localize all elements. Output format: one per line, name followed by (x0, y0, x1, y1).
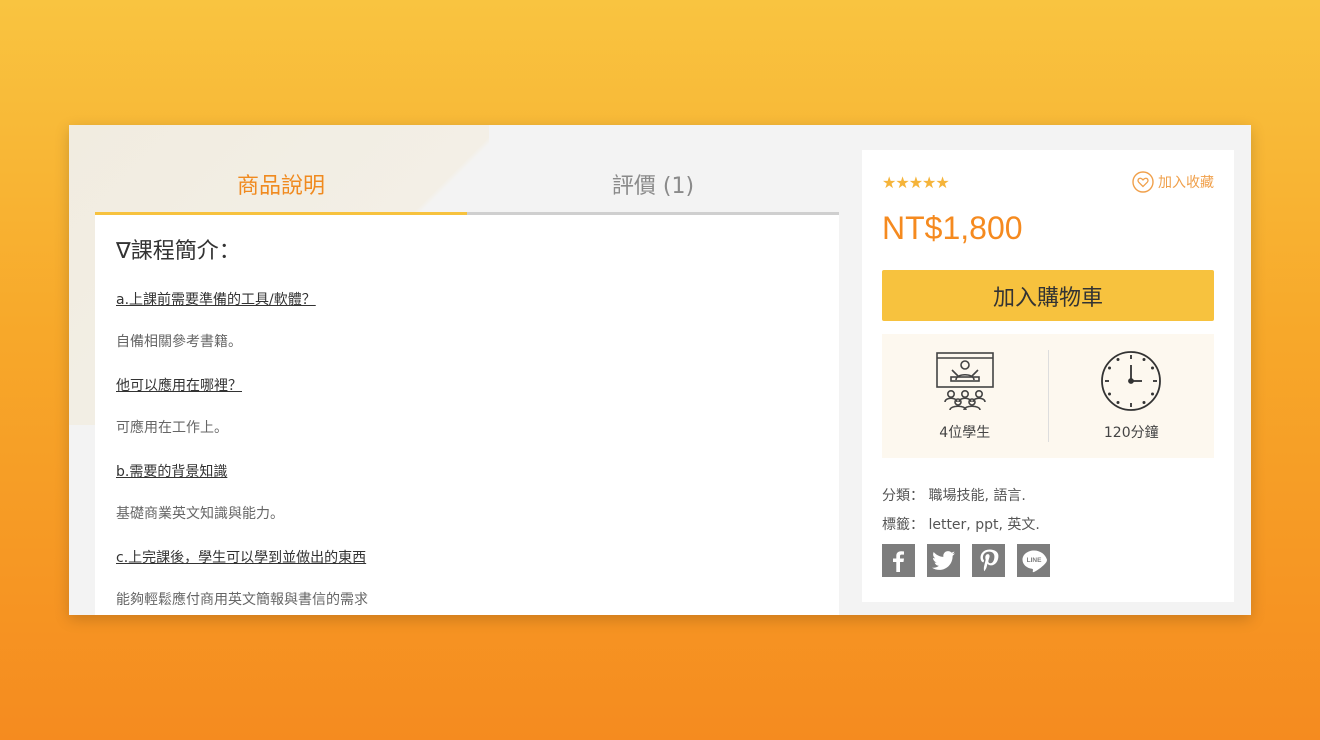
pinterest-share-button[interactable] (972, 544, 1005, 577)
add-to-cart-button[interactable]: 加入購物車 (882, 270, 1214, 321)
answer: 能夠輕鬆應付商用英文簡報與書信的需求 (116, 592, 368, 608)
line-icon: LINE (1022, 550, 1047, 572)
clock-icon (1101, 351, 1162, 411)
facebook-share-button[interactable] (882, 544, 915, 577)
tags-row: 標籤： letter, ppt, 英文. (882, 511, 1040, 540)
add-to-favorites-button[interactable]: 加入收藏 (1132, 171, 1214, 193)
answer: 可應用在工作上。 (116, 420, 228, 436)
product-card: 商品說明 評價 (1) ∇課程簡介： a.上課前需要準備的工具/軟體？ 自備相關… (69, 125, 1251, 615)
pinterest-icon (980, 549, 998, 571)
question: b.需要的背景知識 (116, 464, 228, 480)
twitter-share-button[interactable] (927, 544, 960, 577)
qa-item: 他可以應用在哪裡？ 可應用在工作上。 (116, 375, 818, 437)
price: NT$1,800 (882, 210, 1023, 246)
answer: 基礎商業英文知識與能力。 (116, 506, 284, 522)
line-share-button[interactable]: LINE (1017, 544, 1050, 577)
purchase-panel: ★★★★★ 加入收藏 NT$1,800 加入購物車 4位學生 120分鐘 分類：… (862, 150, 1234, 602)
qa-item: a.上課前需要準備的工具/軟體？ 自備相關參考書籍。 (116, 289, 818, 351)
course-stats: 4位學生 120分鐘 (882, 334, 1214, 458)
answer: 自備相關參考書籍。 (116, 334, 242, 350)
product-meta: 分類： 職場技能, 語言. 標籤： letter, ppt, 英文. (882, 482, 1040, 540)
classroom-icon (935, 352, 994, 411)
description-content: ∇課程簡介： a.上課前需要準備的工具/軟體？ 自備相關參考書籍。 他可以應用在… (95, 215, 839, 615)
duration-stat: 120分鐘 (1049, 350, 1215, 442)
facebook-icon (892, 550, 904, 572)
tag-values[interactable]: letter, ppt, 英文. (928, 517, 1039, 533)
heart-icon (1132, 171, 1154, 193)
tab-description[interactable]: 商品說明 (95, 153, 467, 215)
tab-reviews[interactable]: 評價 (1) (467, 153, 839, 215)
category-label: 分類： (882, 488, 924, 504)
description-panel: 商品說明 評價 (1) ∇課程簡介： a.上課前需要準備的工具/軟體？ 自備相關… (95, 125, 839, 615)
category-values[interactable]: 職場技能, 語言. (928, 488, 1025, 504)
favorites-label: 加入收藏 (1158, 175, 1214, 191)
social-share: LINE (882, 544, 1050, 577)
rating-row: ★★★★★ 加入收藏 (882, 171, 1214, 193)
students-label: 4位學生 (939, 425, 991, 441)
tags-label: 標籤： (882, 517, 924, 533)
star-rating: ★★★★★ (882, 172, 950, 192)
qa-item: b.需要的背景知識 基礎商業英文知識與能力。 (116, 461, 818, 523)
section-heading: ∇課程簡介： (116, 239, 241, 264)
qa-item: c.上完課後，學生可以學到並做出的東西 能夠輕鬆應付商用英文簡報與書信的需求 (116, 547, 818, 609)
students-stat: 4位學生 (882, 350, 1048, 442)
category-row: 分類： 職場技能, 語言. (882, 482, 1040, 511)
question: 他可以應用在哪裡？ (116, 378, 242, 394)
question: c.上完課後，學生可以學到並做出的東西 (116, 550, 367, 566)
question: a.上課前需要準備的工具/軟體？ (116, 292, 316, 308)
twitter-icon (931, 550, 955, 570)
tab-bar: 商品說明 評價 (1) (95, 153, 839, 215)
svg-text:LINE: LINE (1026, 557, 1041, 564)
duration-label: 120分鐘 (1103, 425, 1159, 441)
